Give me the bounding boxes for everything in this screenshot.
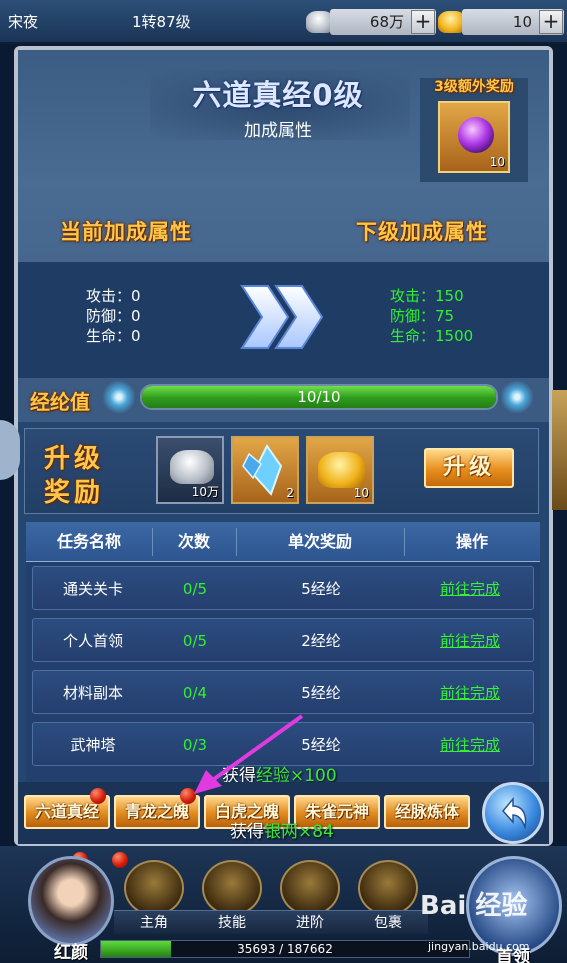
nav-skill[interactable]: 技能 — [192, 910, 272, 934]
reward-item-gold[interactable]: 10 — [306, 436, 374, 504]
watermark-text: Bai 经验 — [420, 891, 528, 921]
next-defense: 防御：75 — [390, 307, 455, 325]
reward-count: 10 — [353, 486, 369, 500]
exp-progress-bar: 10/10 — [140, 384, 498, 410]
task-count: 0/4 — [182, 684, 208, 702]
add-gold-button[interactable]: + — [539, 10, 563, 34]
panel-subtitle: 加成属性 — [244, 121, 312, 141]
header-count: 次数 — [177, 532, 210, 551]
watermark-url: jingyan.baidu.com — [428, 940, 530, 953]
rebirth-level: 1转87级 — [132, 13, 191, 31]
exp-left-gem-icon — [102, 380, 136, 414]
purple-orb-icon — [458, 117, 494, 153]
extra-reward-item[interactable]: 10 — [438, 101, 510, 173]
next-attack: 攻击：150 — [390, 287, 464, 305]
gold-ingot-icon — [318, 452, 366, 488]
task-name: 武神塔 — [70, 736, 116, 754]
task-reward: 2经纶 — [301, 632, 341, 650]
upgrade-reward-label-2: 奖励 — [44, 478, 105, 508]
reward-item-crystal[interactable]: 2 — [231, 436, 299, 504]
upgrade-reward-label-1: 升级 — [44, 444, 105, 474]
current-health: 生命：0 — [86, 327, 141, 345]
task-name: 通关关卡 — [62, 580, 123, 598]
task-name: 材料副本 — [62, 684, 123, 702]
nav-bag[interactable]: 包裹 — [348, 910, 428, 934]
reward-count: 2 — [286, 486, 294, 500]
go-complete-link[interactable]: 前往完成 — [405, 723, 535, 767]
nav-advance[interactable]: 进阶 — [270, 910, 350, 934]
reward-item-silver[interactable]: 10万 — [156, 436, 224, 504]
header-task-name: 任务名称 — [56, 532, 121, 551]
upgrade-button[interactable]: 升级 — [424, 448, 514, 488]
hero-icon[interactable] — [124, 860, 184, 916]
right-frame-ornament — [552, 390, 567, 510]
avatar[interactable] — [28, 856, 114, 946]
header-action: 操作 — [455, 532, 488, 551]
player-name: 宋夜 — [8, 13, 39, 31]
reward-count: 10万 — [191, 485, 219, 499]
current-bonus-label: 当前加成属性 — [60, 220, 192, 244]
hp-progress-bar: 35693 / 187662 — [100, 940, 470, 958]
notification-dot — [90, 788, 106, 804]
table-row: 材料副本 0/4 5经纶 前往完成 — [32, 670, 534, 714]
task-count: 0/5 — [182, 580, 208, 598]
back-arrow-icon — [502, 796, 527, 830]
header-reward: 单次奖励 — [287, 532, 352, 551]
avatar-label: 红颜 — [54, 943, 88, 963]
skill-icon[interactable] — [202, 860, 262, 916]
advance-icon[interactable] — [280, 860, 340, 916]
exp-right-gem-icon — [500, 380, 534, 414]
go-complete-link[interactable]: 前往完成 — [405, 619, 535, 663]
table-row: 通关关卡 0/5 5经纶 前往完成 — [32, 566, 534, 610]
blue-crystal-icon — [242, 444, 283, 496]
nav-hero[interactable]: 主角 — [114, 910, 194, 934]
back-button[interactable] — [482, 782, 544, 844]
task-table-header: 任务名称 次数 单次奖励 操作 — [26, 522, 540, 562]
task-reward: 5经纶 — [301, 580, 341, 598]
pointer-arrow-icon — [194, 714, 304, 794]
silver-gain-toast: 获得银两×84 — [230, 822, 334, 842]
exp-progress-text: 10/10 — [297, 388, 341, 406]
go-complete-link[interactable]: 前往完成 — [405, 671, 535, 715]
add-silver-button[interactable]: + — [411, 10, 435, 34]
extra-reward-count: 10 — [489, 155, 505, 169]
next-bonus-label: 下级加成属性 — [356, 220, 488, 244]
extra-reward-label: 3级额外奖励 — [434, 79, 514, 95]
current-defense: 防御：0 — [86, 307, 141, 325]
task-name: 个人首领 — [62, 632, 123, 650]
exp-label: 经纶值 — [30, 390, 90, 414]
tab-meridian[interactable]: 经脉炼体 — [384, 795, 470, 829]
next-health: 生命：1500 — [390, 327, 474, 345]
task-count: 0/5 — [182, 632, 208, 650]
current-attack: 攻击：0 — [86, 287, 141, 305]
table-row: 个人首领 0/5 2经纶 前往完成 — [32, 618, 534, 662]
double-chevron-icon — [240, 285, 324, 349]
silver-ingot-icon — [170, 450, 214, 484]
hp-progress-text: 35693 / 187662 — [237, 942, 333, 956]
notification-dot — [112, 852, 128, 868]
bag-icon[interactable] — [358, 860, 418, 916]
panel-title: 六道真经0级 — [192, 78, 364, 112]
task-reward: 5经纶 — [301, 684, 341, 702]
go-complete-link[interactable]: 前往完成 — [405, 567, 535, 611]
